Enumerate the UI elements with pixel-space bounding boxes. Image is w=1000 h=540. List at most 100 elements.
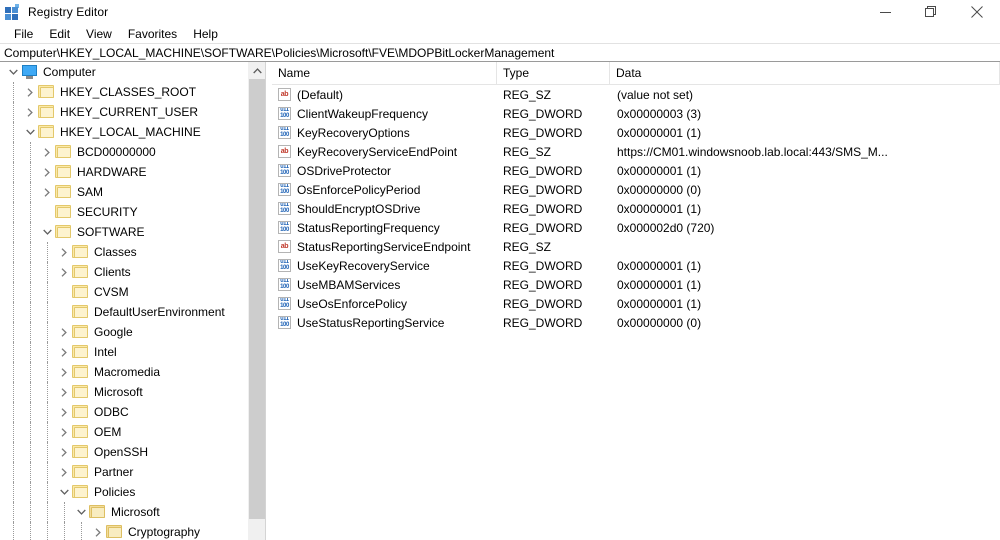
chevron-right-icon[interactable] xyxy=(56,422,72,442)
chevron-down-icon[interactable] xyxy=(56,482,72,502)
chevron-down-icon[interactable] xyxy=(5,62,21,82)
registry-value-row[interactable]: 011 100 UseMBAMServices REG_DWORD 0x00000001… xyxy=(272,275,1000,294)
menu-item-view[interactable]: View xyxy=(78,25,120,43)
menu-item-help[interactable]: Help xyxy=(185,25,226,43)
folder-icon xyxy=(55,145,72,159)
column-header-type[interactable]: Type xyxy=(497,62,610,84)
registry-value-row[interactable]: 011 100 ClientWakeupFrequency REG_DWORD 0x00… xyxy=(272,104,1000,123)
tree-item[interactable]: Computer xyxy=(0,62,248,82)
registry-value-row[interactable]: 011 100 OsEnforcePolicyPeriod REG_DWORD 0x00… xyxy=(272,180,1000,199)
maximize-restore-button[interactable] xyxy=(908,0,954,24)
column-header-name[interactable]: Name xyxy=(272,62,497,84)
tree-item[interactable]: Clients xyxy=(0,262,248,282)
registry-value-row[interactable]: 011 100 UseStatusReportingService REG_DWORD… xyxy=(272,313,1000,332)
address-bar[interactable]: Computer\HKEY_LOCAL_MACHINE\SOFTWARE\Pol… xyxy=(0,43,1000,62)
chevron-right-icon[interactable] xyxy=(56,242,72,262)
tree-item-label: CVSM xyxy=(94,285,129,299)
chevron-right-icon[interactable] xyxy=(56,262,72,282)
chevron-right-icon[interactable] xyxy=(90,522,106,540)
chevron-down-icon[interactable] xyxy=(22,122,38,142)
tree-item-label: BCD00000000 xyxy=(77,145,156,159)
tree-item[interactable]: HKEY_LOCAL_MACHINE xyxy=(0,122,248,142)
tree-item[interactable]: Macromedia xyxy=(0,362,248,382)
chevron-down-icon[interactable] xyxy=(73,502,89,522)
registry-value-row[interactable]: 011 100 OSDriveProtector REG_DWORD 0x0000000… xyxy=(272,161,1000,180)
main-content: Computer HKEY_CLASSES_ROOT HKEY_CURRENT_US… xyxy=(0,62,1000,540)
scrollbar-thumb[interactable] xyxy=(249,79,266,519)
value-data: 0x00000001 (1) xyxy=(617,296,702,311)
registry-value-row[interactable]: 011 100 ShouldEncryptOSDrive REG_DWORD 0x000… xyxy=(272,199,1000,218)
value-data: 0x00000001 (1) xyxy=(617,125,702,140)
registry-value-row[interactable]: 011 100 KeyRecoveryOptions REG_DWORD 0x00000… xyxy=(272,123,1000,142)
chevron-down-icon[interactable] xyxy=(39,222,55,242)
chevron-right-icon[interactable] xyxy=(56,362,72,382)
chevron-right-icon[interactable] xyxy=(56,402,72,422)
tree-item[interactable]: CVSM xyxy=(0,282,248,302)
chevron-right-icon[interactable] xyxy=(22,102,38,122)
value-data: https://CM01.windowsnoob.lab.local:443/S… xyxy=(617,144,888,159)
tree-guide-line xyxy=(47,402,49,422)
close-button[interactable] xyxy=(954,0,1000,24)
chevron-right-icon[interactable] xyxy=(56,442,72,462)
minimize-button[interactable] xyxy=(862,0,908,24)
list-rows: ab (Default) REG_SZ (value not set) 011 100 Cl… xyxy=(272,85,1000,332)
chevron-right-icon[interactable] xyxy=(56,342,72,362)
chevron-right-icon[interactable] xyxy=(56,322,72,342)
tree-item[interactable]: HKEY_CURRENT_USER xyxy=(0,102,248,122)
tree-item[interactable]: Partner xyxy=(0,462,248,482)
tree-item[interactable]: Microsoft xyxy=(0,502,248,522)
chevron-right-icon[interactable] xyxy=(39,182,55,202)
tree-guide-line xyxy=(30,162,32,182)
tree-item[interactable]: SOFTWARE xyxy=(0,222,248,242)
list-column-headers: Name Type Data xyxy=(272,62,1000,85)
tree-item-label: Google xyxy=(94,325,133,339)
tree-item[interactable]: ODBC xyxy=(0,402,248,422)
tree-item[interactable]: Policies xyxy=(0,482,248,502)
values-list[interactable]: Name Type Data ab (Default) REG_SZ (value not… xyxy=(272,62,1000,540)
chevron-right-icon[interactable] xyxy=(22,82,38,102)
tree-item[interactable]: HARDWARE xyxy=(0,162,248,182)
menu-item-edit[interactable]: Edit xyxy=(41,25,78,43)
tree-item[interactable]: HKEY_CLASSES_ROOT xyxy=(0,82,248,102)
chevron-right-icon[interactable] xyxy=(56,462,72,482)
tree-item[interactable]: Intel xyxy=(0,342,248,362)
computer-icon xyxy=(21,65,38,79)
column-header-data[interactable]: Data xyxy=(610,62,1000,84)
chevron-up-icon[interactable] xyxy=(249,62,266,79)
tree-item[interactable]: OEM xyxy=(0,422,248,442)
registry-value-row[interactable]: 011 100 UseOsEnforcePolicy REG_DWORD 0x00000… xyxy=(272,294,1000,313)
tree-item[interactable]: Microsoft xyxy=(0,382,248,402)
registry-value-row[interactable]: ab KeyRecoveryServiceEndPoint REG_SZ https:… xyxy=(272,142,1000,161)
registry-value-row[interactable]: ab StatusReportingServiceEndpoint REG_SZ xyxy=(272,237,1000,256)
registry-value-row[interactable]: 011 100 StatusReportingFrequency REG_DWORD 0… xyxy=(272,218,1000,237)
menu-item-file[interactable]: File xyxy=(6,25,41,43)
chevron-right-icon[interactable] xyxy=(39,142,55,162)
menu-item-favorites[interactable]: Favorites xyxy=(120,25,185,43)
tree-item-label: OpenSSH xyxy=(94,445,149,459)
registry-tree[interactable]: Computer HKEY_CLASSES_ROOT HKEY_CURRENT_US… xyxy=(0,62,248,540)
window-title: Registry Editor xyxy=(28,5,109,19)
tree-item[interactable]: SECURITY xyxy=(0,202,248,222)
tree-item[interactable]: SAM xyxy=(0,182,248,202)
registry-value-row[interactable]: 011 100 UseKeyRecoveryService REG_DWORD 0x00… xyxy=(272,256,1000,275)
tree-item-label: Microsoft xyxy=(94,385,143,399)
tree-item-label: SAM xyxy=(77,185,104,199)
tree-item[interactable]: BCD00000000 xyxy=(0,142,248,162)
value-type: REG_DWORD xyxy=(503,201,583,216)
tree-guide-line xyxy=(13,222,15,242)
registry-value-row[interactable]: ab (Default) REG_SZ (value not set) xyxy=(272,85,1000,104)
folder-icon xyxy=(72,385,89,399)
value-data: 0x00000000 (0) xyxy=(617,182,702,197)
chevron-right-icon[interactable] xyxy=(39,162,55,182)
registry-editor-window: Registry Editor File Edit View Favorites Hel… xyxy=(0,0,1000,540)
folder-icon xyxy=(72,265,89,279)
tree-item[interactable]: Classes xyxy=(0,242,248,262)
tree-vertical-scrollbar[interactable] xyxy=(248,62,266,540)
folder-icon xyxy=(72,245,89,259)
tree-item[interactable]: OpenSSH xyxy=(0,442,248,462)
value-name: UseOsEnforcePolicy xyxy=(297,296,408,311)
tree-item[interactable]: Google xyxy=(0,322,248,342)
tree-item[interactable]: Cryptography xyxy=(0,522,248,540)
tree-item[interactable]: DefaultUserEnvironment xyxy=(0,302,248,322)
chevron-right-icon[interactable] xyxy=(56,382,72,402)
